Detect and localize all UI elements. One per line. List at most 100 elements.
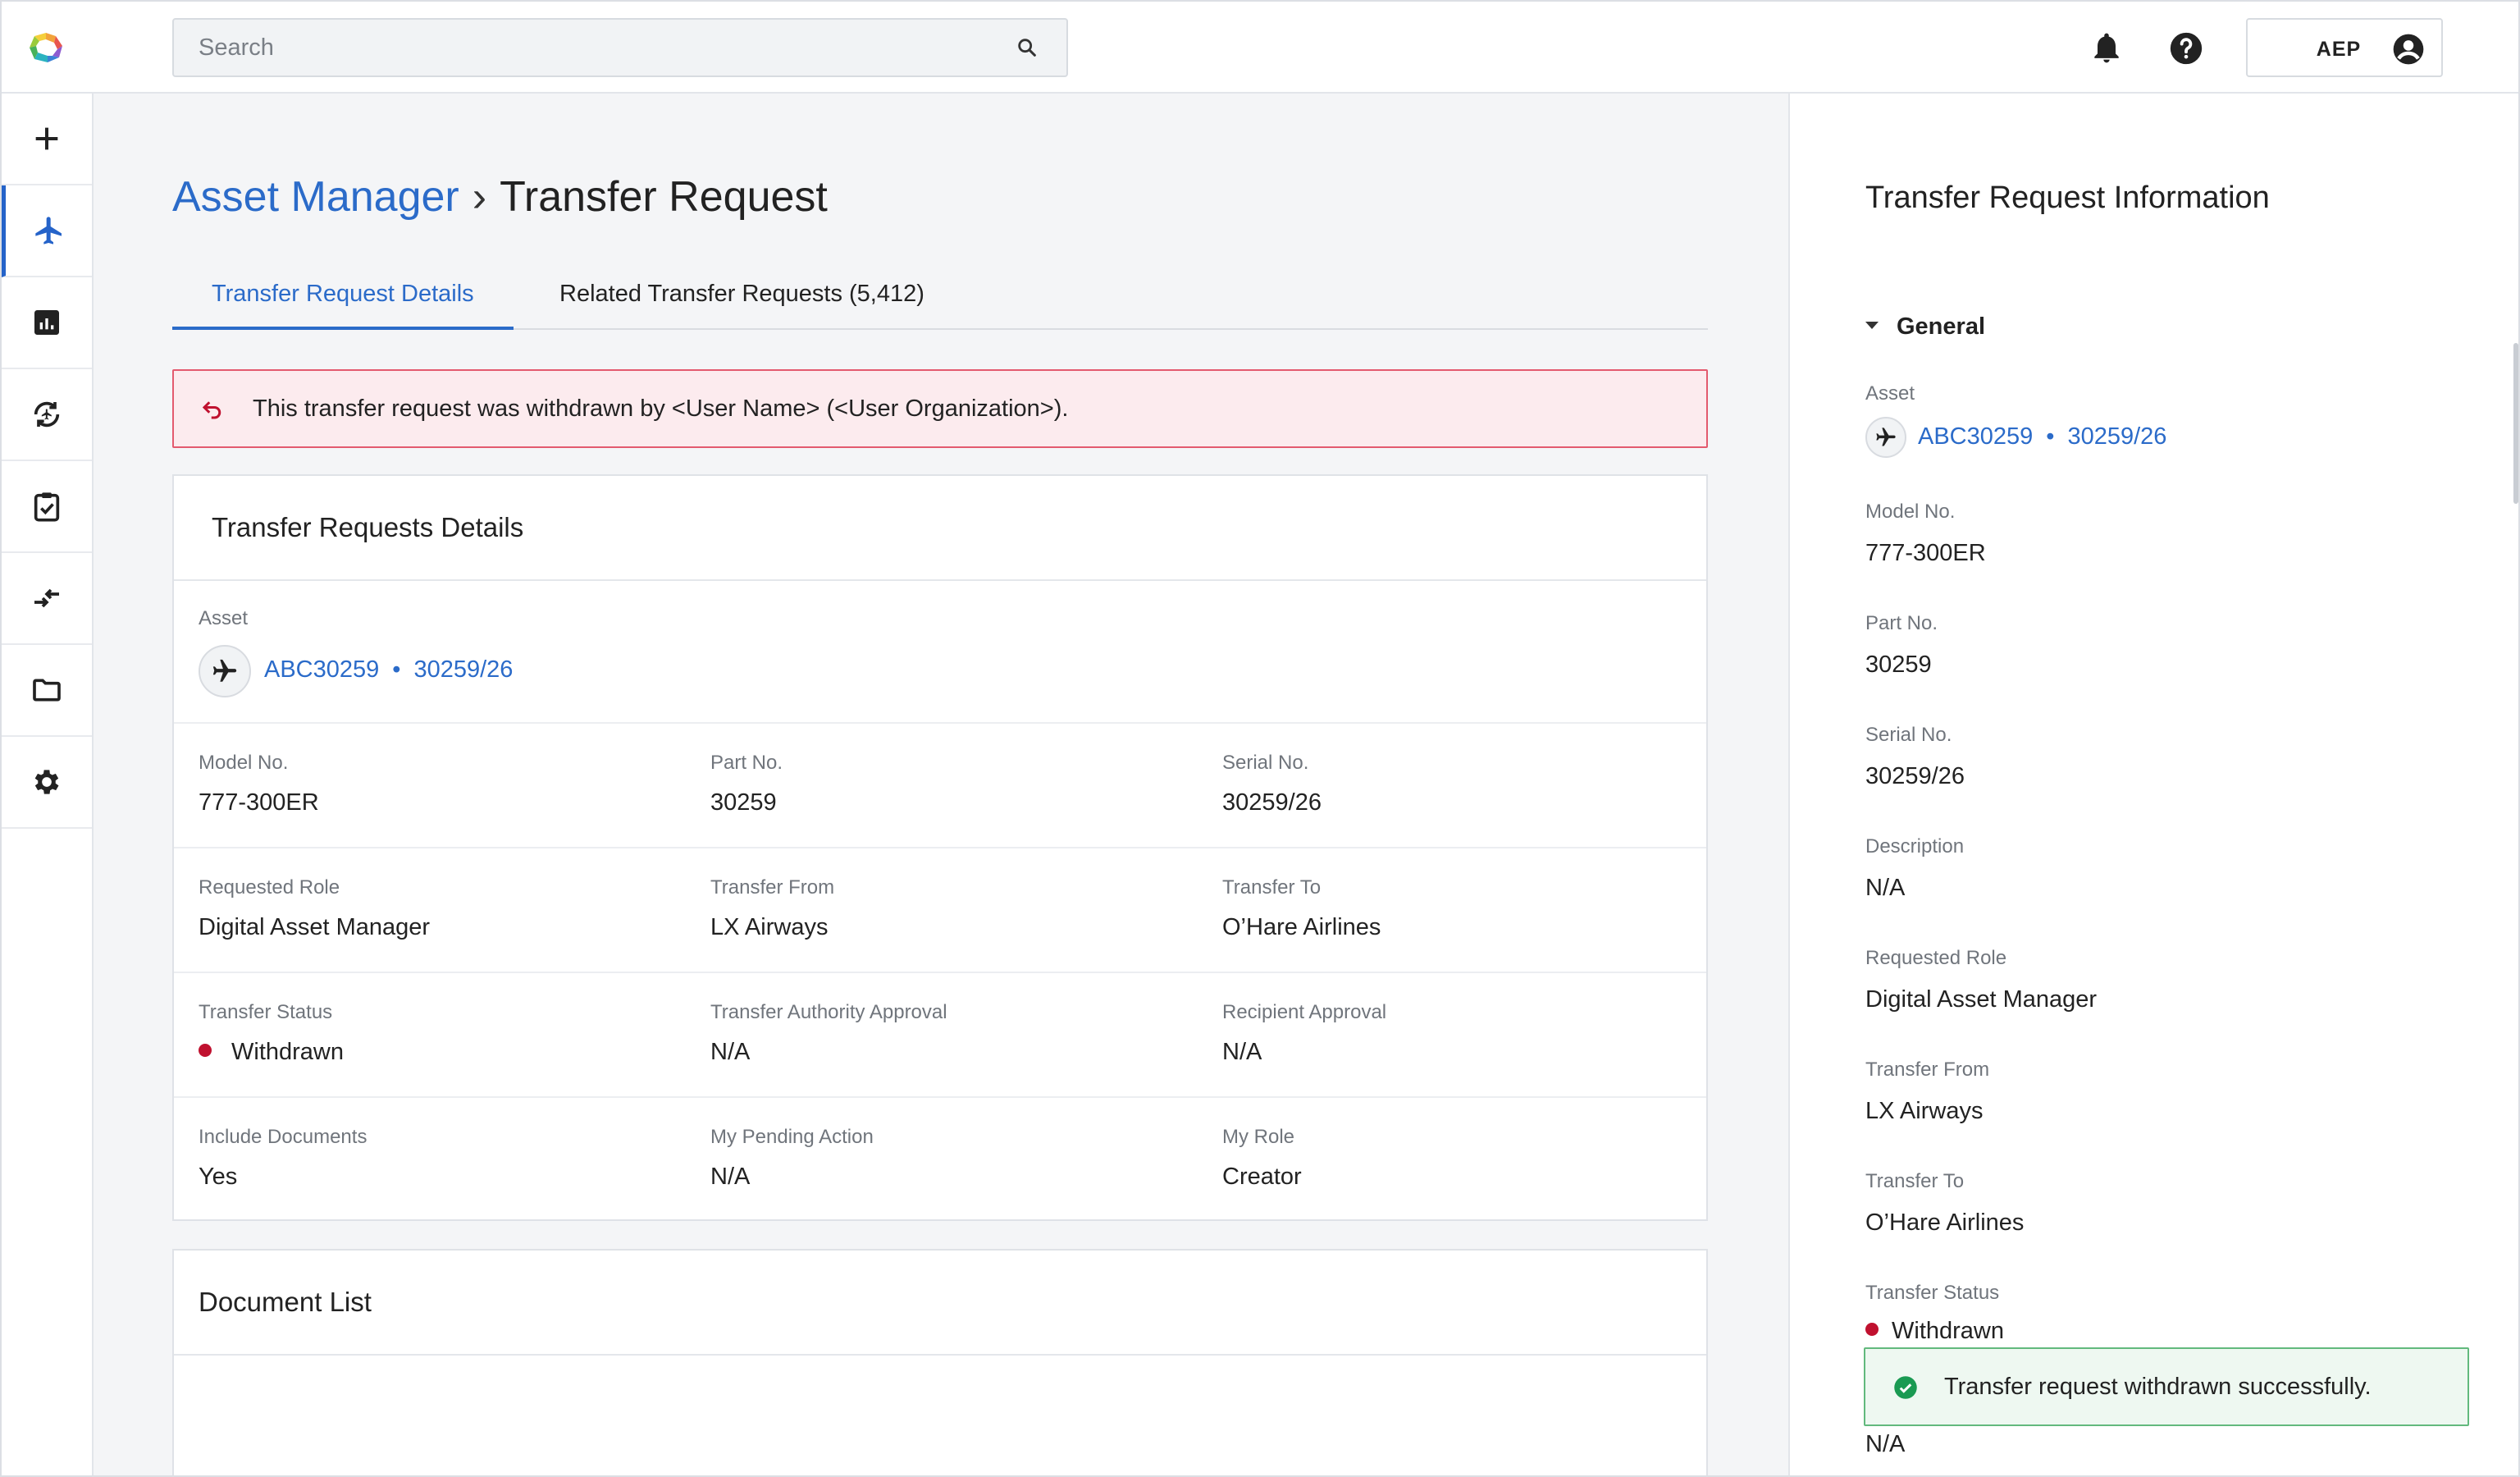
nav-transfers[interactable] [2, 369, 92, 461]
airplane-icon [212, 659, 237, 682]
field-value: Digital Asset Manager [1865, 986, 2098, 1013]
help-icon[interactable] [2167, 30, 2205, 67]
status-dot-icon [1865, 1323, 1879, 1337]
field-include-documents: Include Documents Yes [199, 1126, 367, 1191]
panel-asset: Asset [1865, 382, 1915, 405]
field-serial-no: Serial No. 30259/26 [1222, 752, 1322, 816]
field-label: Part No. [1865, 612, 1938, 634]
field-value: 777-300ER [199, 789, 319, 816]
field-value: LX Airways [710, 914, 829, 940]
nav-create[interactable] [2, 94, 92, 185]
field-value: Withdrawn [1865, 1318, 2004, 1345]
page-title: Transfer Request [500, 173, 828, 221]
nav-documents[interactable] [2, 645, 92, 737]
tab-related-transfer-requests[interactable]: Related Transfer Requests (5,412) [520, 258, 964, 330]
nav-analytics[interactable] [2, 277, 92, 369]
breadcrumb-asset-manager-link[interactable]: Asset Manager [172, 173, 459, 221]
field-transfer-authority-approval: Transfer Authority Approval N/A [710, 1001, 947, 1066]
asset-separator-dot: • [392, 656, 401, 683]
panel-asset-link[interactable]: ABC30259 • 30259/26 [1918, 423, 2166, 450]
asset-serial: 30259/26 [2067, 423, 2167, 450]
search-box[interactable] [172, 18, 1068, 77]
field-recipient-approval: Recipient Approval N/A [1222, 1001, 1386, 1066]
info-panel-title: Transfer Request Information [1865, 181, 2270, 215]
panel-field-description: Description N/A [1865, 835, 1964, 902]
general-section-toggle[interactable]: General [1865, 313, 1985, 341]
nav-assets[interactable] [2, 185, 92, 277]
withdrawn-alert-banner: This transfer request was withdrawn by <… [172, 369, 1708, 448]
breadcrumb: Asset Manager › Transfer Request [172, 172, 828, 222]
check-circle-icon [1894, 1376, 1917, 1399]
panel-field-transfer-to: Transfer To O’Hare Airlines [1865, 1170, 2024, 1237]
airplane-icon [1876, 428, 1896, 446]
field-value: 30259/26 [1222, 789, 1322, 816]
search-icon[interactable] [1016, 36, 1039, 59]
field-value: LX Airways [1865, 1098, 1984, 1124]
field-value: Yes [199, 1164, 238, 1190]
tab-transfer-request-details[interactable]: Transfer Request Details [172, 258, 514, 330]
user-menu-button[interactable]: AEP [2246, 18, 2443, 77]
nav-settings[interactable] [2, 737, 92, 829]
nav-tasks[interactable] [2, 461, 92, 553]
field-label: My Role [1222, 1126, 1295, 1148]
panel-field-transfer-from: Transfer From LX Airways [1865, 1059, 1989, 1125]
clipboard-check-icon [34, 492, 60, 522]
details-card-title: Transfer Requests Details [212, 512, 524, 542]
main-content: Asset Manager › Transfer Request Transfer … [94, 94, 1788, 1475]
status-dot-icon [199, 1044, 212, 1058]
details-row: Include Documents Yes My Pending Action N/… [174, 1098, 1706, 1223]
asset-serial: 30259/26 [413, 656, 514, 683]
field-label: Include Documents [199, 1126, 368, 1148]
toast-message: Transfer request withdrawn successfully. [1944, 1374, 2372, 1400]
field-value: O’Hare Airlines [1865, 1209, 2025, 1236]
panel-field-part-no: Part No. 30259 [1865, 612, 1938, 679]
tab-bar: Transfer Request Details Related Transfe… [172, 258, 1708, 330]
plus-icon [35, 127, 58, 150]
asset-link[interactable]: ABC30259 • 30259/26 [264, 656, 513, 684]
transfer-details-card: Transfer Requests Details Asset ABC30259… [172, 474, 1708, 1221]
details-row: Transfer Status Withdrawn Transfer Author… [174, 973, 1706, 1098]
field-value: N/A [710, 1039, 751, 1065]
field-value: 30259/26 [1865, 763, 1965, 789]
app-logo-icon[interactable] [26, 30, 66, 66]
field-part-no: Part No. 30259 [710, 752, 783, 816]
nav-exchange[interactable] [2, 553, 92, 645]
field-value: Creator [1222, 1164, 1302, 1190]
analytics-icon [34, 310, 59, 335]
settings-icon [34, 770, 59, 794]
field-label: Transfer From [710, 876, 835, 899]
field-label: Serial No. [1865, 724, 1952, 746]
field-label: Transfer From [1865, 1059, 1990, 1081]
field-value: N/A [1865, 1431, 1906, 1457]
panel-field-model-no: Model No. 777-300ER [1865, 501, 1986, 567]
field-label: Model No. [1865, 501, 1956, 523]
field-label: Model No. [199, 752, 289, 774]
field-label: Part No. [710, 752, 783, 774]
swap-arrows-icon [34, 588, 59, 608]
field-my-role: My Role Creator [1222, 1126, 1302, 1191]
document-list-header: Document List [174, 1251, 1706, 1356]
transfer-sync-icon [34, 401, 60, 428]
asset-id: ABC30259 [1918, 423, 2034, 450]
panel-field-serial-no: Serial No. 30259/26 [1865, 724, 1965, 790]
organization-label: AEP [2316, 38, 2362, 61]
panel-field-trailing: N/A [1865, 1431, 1905, 1458]
field-label: Asset [1865, 382, 1915, 405]
asset-row: Asset ABC30259 • 30259/26 [174, 581, 1706, 724]
document-list-title: Document List [199, 1287, 372, 1317]
asset-avatar [199, 645, 251, 697]
field-label: Description [1865, 835, 1965, 857]
panel-scrollbar[interactable] [2513, 343, 2518, 504]
app-frame: AEP [0, 0, 2520, 1477]
airplane-icon [34, 217, 62, 245]
panel-asset-avatar [1865, 417, 1906, 458]
search-input[interactable] [199, 20, 986, 75]
info-panel: Transfer Request Information General Ass… [1788, 94, 2518, 1475]
notification-bell-icon[interactable] [2089, 30, 2125, 66]
status-text: Withdrawn [231, 1039, 344, 1065]
field-transfer-status: Transfer Status Withdrawn [199, 1001, 344, 1066]
field-transfer-from: Transfer From LX Airways [710, 876, 834, 941]
success-toast: Transfer request withdrawn successfully. [1864, 1347, 2469, 1426]
details-card-header: Transfer Requests Details [174, 476, 1706, 581]
asset-label: Asset [199, 607, 249, 629]
